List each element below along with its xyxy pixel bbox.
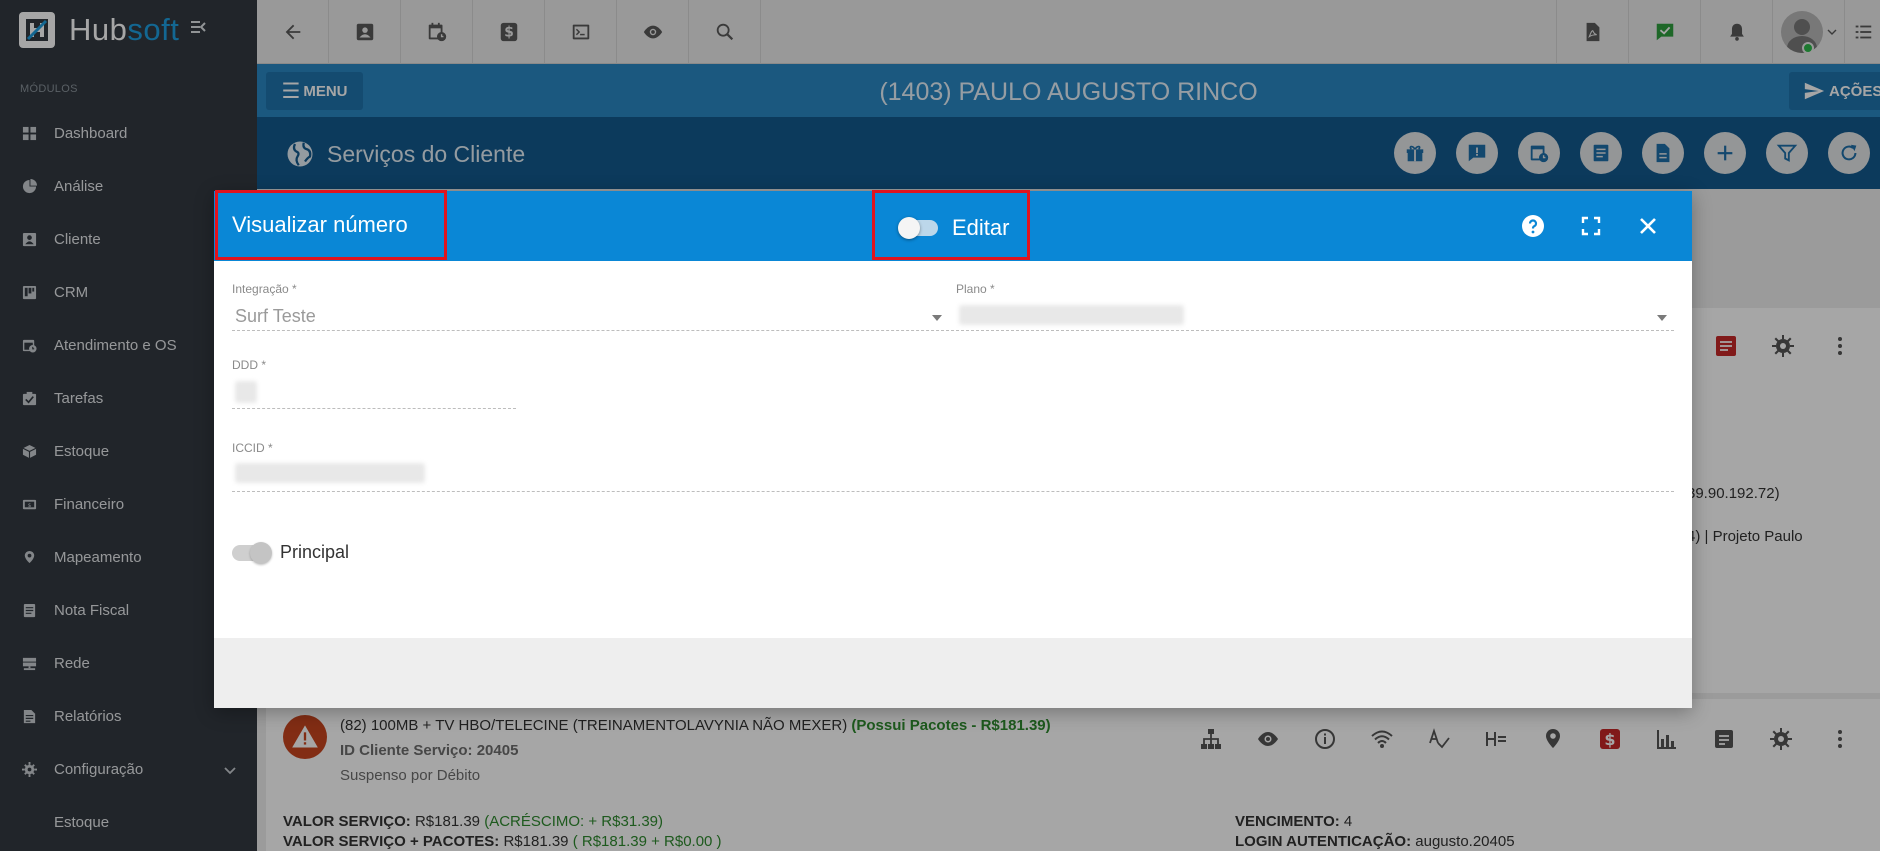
modal-footer bbox=[214, 638, 1692, 708]
ddd-underline bbox=[232, 408, 516, 409]
help-icon bbox=[1522, 215, 1544, 237]
modal-header: Visualizar número Editar bbox=[214, 190, 1692, 261]
integracao-label: Integração * bbox=[232, 282, 297, 296]
fullscreen-button[interactable] bbox=[1578, 213, 1604, 239]
integracao-dropdown-icon[interactable] bbox=[932, 315, 942, 321]
iccid-label: ICCID * bbox=[232, 441, 273, 455]
iccid-underline bbox=[232, 491, 1674, 492]
close-button[interactable] bbox=[1635, 213, 1661, 239]
close-icon bbox=[1640, 218, 1656, 234]
plano-label: Plano * bbox=[956, 282, 995, 296]
ddd-label: DDD * bbox=[232, 358, 267, 372]
integracao-value[interactable]: Surf Teste bbox=[235, 306, 316, 327]
plano-value-redacted[interactable] bbox=[959, 305, 1184, 325]
title-highlight-box bbox=[215, 190, 447, 260]
ddd-value-redacted[interactable] bbox=[235, 381, 257, 403]
integracao-underline bbox=[232, 330, 964, 331]
view-number-modal: Visualizar número Editar Integração * Su… bbox=[214, 190, 1692, 708]
plano-dropdown-icon[interactable] bbox=[1657, 315, 1667, 321]
principal-switch[interactable] bbox=[232, 541, 272, 564]
plano-underline bbox=[956, 330, 1674, 331]
principal-toggle[interactable]: Principal bbox=[232, 541, 350, 564]
edit-highlight-box bbox=[872, 190, 1030, 260]
fullscreen-icon bbox=[1581, 216, 1601, 236]
help-button[interactable] bbox=[1520, 213, 1546, 239]
iccid-value-redacted[interactable] bbox=[235, 463, 425, 483]
principal-label: Principal bbox=[280, 542, 350, 562]
